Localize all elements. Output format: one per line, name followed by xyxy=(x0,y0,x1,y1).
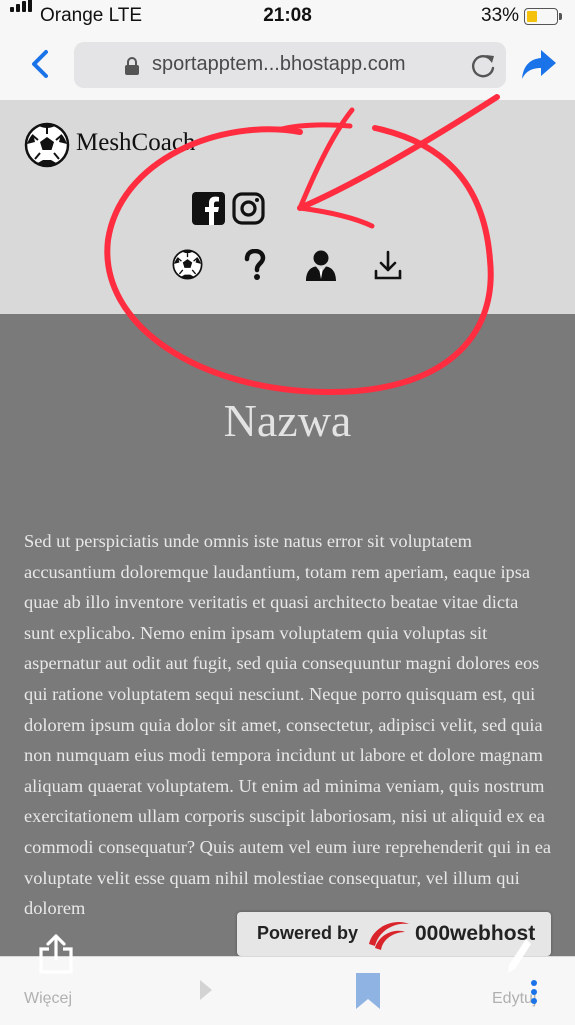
soccer-ball-icon[interactable] xyxy=(24,122,70,168)
user-icon[interactable] xyxy=(305,249,337,281)
forward-icon[interactable] xyxy=(197,977,215,1003)
battery-percent: 33% xyxy=(481,5,520,26)
host-logo-icon xyxy=(369,922,409,950)
facebook-icon[interactable] xyxy=(192,192,225,225)
lock-icon xyxy=(125,57,139,75)
share-arrow-icon[interactable] xyxy=(520,48,558,82)
content-section: Nazwa Sed ut perspiciatis unde omnis ist… xyxy=(0,314,575,954)
battery-icon xyxy=(524,8,558,25)
back-arrow-icon[interactable] xyxy=(24,46,58,82)
instagram-icon[interactable] xyxy=(232,192,265,225)
url-text: sportapptem...bhostapp.com xyxy=(152,53,406,75)
reload-icon[interactable] xyxy=(468,51,498,81)
more-button[interactable]: Więcej xyxy=(24,990,72,1008)
soccer-ball-icon[interactable] xyxy=(172,249,203,280)
brand-name: MeshCoach xyxy=(76,129,196,156)
body-text: Sed ut perspiciatis unde omnis iste natu… xyxy=(24,531,552,919)
powered-by-label: Powered by xyxy=(257,923,359,943)
page-title: Nazwa xyxy=(223,395,352,446)
browser-toolbar: sportapptem...bhostapp.com xyxy=(0,32,575,101)
help-icon[interactable] xyxy=(242,249,268,281)
download-icon[interactable] xyxy=(374,249,402,281)
address-bar[interactable]: sportapptem...bhostapp.com xyxy=(74,42,506,88)
more-dots-icon[interactable] xyxy=(530,979,538,1005)
site-header: MeshCoach xyxy=(0,101,575,314)
status-bar: Orange LTE 21:08 33% xyxy=(0,0,575,32)
bottom-toolbar: Więcej Edytuj xyxy=(0,934,575,1025)
bookmark-icon[interactable] xyxy=(354,971,382,1011)
upload-icon[interactable] xyxy=(36,933,76,975)
edit-icon[interactable] xyxy=(504,935,534,977)
